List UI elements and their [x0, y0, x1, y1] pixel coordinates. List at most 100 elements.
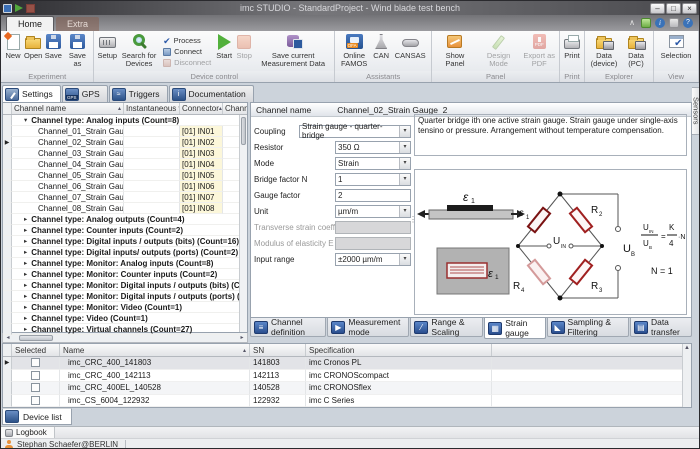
tab-extra[interactable]: Extra [56, 17, 99, 31]
tree-channel-row[interactable]: Channel_01_Strain Gauge_1 [01] IN01 [3, 126, 247, 137]
tab-sampling-filtering[interactable]: ◣ Sampling & Filtering [547, 318, 629, 337]
close-button[interactable]: × [682, 3, 697, 14]
dropdown-icon[interactable]: ▾ [399, 174, 410, 185]
scroll-left-icon[interactable]: ◂ [3, 334, 13, 341]
device-table-scrollbar[interactable]: ▲ [682, 344, 691, 407]
export-pdf-button[interactable]: PDF Export as PDF [521, 32, 557, 71]
expand-closed-icon[interactable]: ▸ [24, 237, 27, 245]
expand-closed-icon[interactable]: ▸ [24, 303, 27, 311]
device-row[interactable]: imc_CRC_400_142113 142113 imc CRONOScomp… [3, 370, 691, 383]
scroll-up-icon[interactable]: ▲ [684, 345, 690, 351]
tree-group-row[interactable]: ▸Channel type: Monitor: Digital inputs /… [3, 291, 247, 302]
expand-closed-icon[interactable]: ▸ [24, 215, 27, 223]
expand-closed-icon[interactable]: ▸ [24, 292, 27, 300]
dropdown-icon[interactable]: ▾ [399, 158, 410, 169]
resistor-select[interactable]: 350 Ω ▾ [335, 141, 411, 154]
save-measurement-data-button[interactable]: Save current Measurement Data [254, 32, 332, 71]
expand-closed-icon[interactable]: ▸ [24, 270, 27, 278]
expand-closed-icon[interactable]: ▸ [24, 259, 27, 267]
data-pc-button[interactable]: Data (PC) [621, 32, 651, 71]
device-checkbox[interactable] [31, 383, 40, 392]
col-sn[interactable]: SN [250, 344, 306, 356]
tree-channel-row[interactable]: Channel_05_Strain Gauge_5 [01] IN05 [3, 170, 247, 181]
gauge-factor-input[interactable]: 2 [335, 189, 411, 202]
dropdown-icon[interactable]: ▾ [399, 254, 410, 265]
data-device-button[interactable]: Data (device) [587, 32, 621, 71]
expand-closed-icon[interactable]: ▸ [24, 248, 27, 256]
scrollbar-thumb[interactable] [19, 335, 53, 341]
expand-closed-icon[interactable]: ▸ [24, 281, 27, 289]
save-button[interactable]: Save [43, 32, 63, 71]
tree-channel-row[interactable]: Channel_03_Strain Gauge_3 [01] IN03 [3, 148, 247, 159]
stop-button[interactable]: Stop [234, 32, 254, 71]
col-name[interactable]: Name▴ [60, 344, 250, 356]
expand-closed-icon[interactable]: ▸ [24, 226, 27, 234]
device-row-selected[interactable]: ▶ imc_CRC_400_141803 141803 imc Cronos P… [3, 357, 691, 370]
expand-closed-icon[interactable]: ▸ [24, 314, 27, 322]
device-row[interactable]: imc_CS_6004_122932 122932 imc C Series [3, 395, 691, 408]
tree-group-row[interactable]: ▸Channel type: Video (Count=1) [3, 313, 247, 324]
help-icon[interactable]: ? [683, 18, 693, 28]
selection-button[interactable]: ✔ Selection [656, 32, 696, 71]
col-selected[interactable]: Selected [12, 344, 60, 356]
tab-strain-gauge[interactable]: ▦ Strain gauge [484, 318, 545, 339]
collapse-ribbon-icon[interactable]: ∧ [627, 18, 637, 28]
design-mode-button[interactable]: Design Mode [476, 32, 522, 71]
tab-settings[interactable]: Settings [2, 85, 61, 102]
minimize-button[interactable]: – [650, 3, 665, 14]
open-button[interactable]: Open [23, 32, 43, 71]
tab-device-list[interactable]: Device list [2, 408, 72, 425]
mode-select[interactable]: Strain ▾ [335, 157, 411, 170]
tree-channel-row[interactable]: Channel_08_Strain Gauge_8 [01] IN08 [3, 203, 247, 214]
tab-triggers[interactable]: ≈ Triggers [109, 85, 168, 102]
tree-group-row[interactable]: ▾Channel type: Analog inputs (Count=8) [3, 115, 247, 126]
scroll-right-icon[interactable]: ▸ [237, 334, 247, 341]
tab-range-scaling[interactable]: ⁄ Range & Scaling [410, 318, 483, 337]
tree-group-row[interactable]: ▸Channel type: Counter inputs (Count=2) [3, 225, 247, 236]
tab-documentation[interactable]: i Documentation [169, 85, 254, 102]
tree-channel-row[interactable]: Channel_06_Strain Gauge_6 [01] IN06 [3, 181, 247, 192]
connect-button[interactable]: Connect [163, 47, 211, 56]
col-channel-name[interactable]: Channel name▴ [12, 103, 124, 114]
disconnect-button[interactable]: Disconnect [163, 58, 211, 67]
dropdown-icon[interactable]: ▾ [399, 126, 410, 137]
tree-group-row[interactable]: ▸Channel type: Digital inputs/ outputs (… [3, 247, 247, 258]
dropdown-icon[interactable]: ▾ [399, 142, 410, 153]
quick-stop-icon[interactable] [26, 4, 35, 13]
start-button[interactable]: Start [214, 32, 234, 71]
device-checkbox[interactable] [31, 358, 40, 367]
quick-save-icon[interactable] [3, 4, 12, 13]
new-button[interactable]: New [3, 32, 23, 71]
can-button[interactable]: CAN [371, 32, 391, 71]
bridge-factor-select[interactable]: 1 ▾ [335, 173, 411, 186]
tab-gps[interactable]: GPS GPS [62, 85, 108, 102]
save-as-button[interactable]: Save as [63, 32, 91, 71]
online-famos-button[interactable]: OFA Online FAMOS [337, 32, 371, 71]
print-button[interactable]: Print [562, 32, 582, 71]
tree-group-row[interactable]: ▸Channel type: Monitor: Video (Count=1) [3, 302, 247, 313]
tab-measurement-mode[interactable]: ▶ Measurement mode [327, 318, 409, 337]
edit-icon[interactable] [641, 18, 651, 28]
unit-select[interactable]: µm/m ▾ [335, 205, 411, 218]
coupling-select[interactable]: Strain gauge - quarter-bridge ▾ [299, 125, 411, 138]
tab-channel-definition[interactable]: ≡ Channel definition [250, 318, 326, 337]
tree-group-row[interactable]: ▸Channel type: Analog outputs (Count=4) [3, 214, 247, 225]
maximize-button[interactable]: □ [666, 3, 681, 14]
tree-channel-row[interactable]: Channel_07_Strain Gauge_7 [01] IN07 [3, 192, 247, 203]
col-specification[interactable]: Specification [306, 344, 492, 356]
tree-channel-row[interactable]: Channel_04_Strain Gauge_4 [01] IN04 [3, 159, 247, 170]
tree-vertical-scrollbar[interactable] [239, 115, 247, 332]
expand-open-icon[interactable]: ▾ [24, 116, 27, 124]
tree-group-row[interactable]: ▸Channel type: Monitor: Counter inputs (… [3, 269, 247, 280]
quick-start-icon[interactable] [15, 4, 23, 12]
tree-group-row[interactable]: ▸Channel type: Digital inputs / outputs … [3, 236, 247, 247]
pages-icon[interactable] [669, 18, 679, 28]
tab-sensors[interactable]: Sensors [692, 87, 700, 135]
tree-channel-row-selected[interactable]: ▶ Channel_02_Strain Gauge_2 [01] IN02 [3, 137, 247, 148]
tree-group-row[interactable]: ▸Channel type: Monitor: Digital inputs /… [3, 280, 247, 291]
device-checkbox[interactable] [31, 371, 40, 380]
expand-closed-icon[interactable]: ▸ [24, 325, 27, 333]
col-chann[interactable]: Chann [223, 103, 247, 114]
tab-data-transfer[interactable]: ▤ Data transfer [630, 318, 692, 337]
tree-group-row[interactable]: ▸Channel type: Virtual channels (Count=2… [3, 324, 247, 335]
